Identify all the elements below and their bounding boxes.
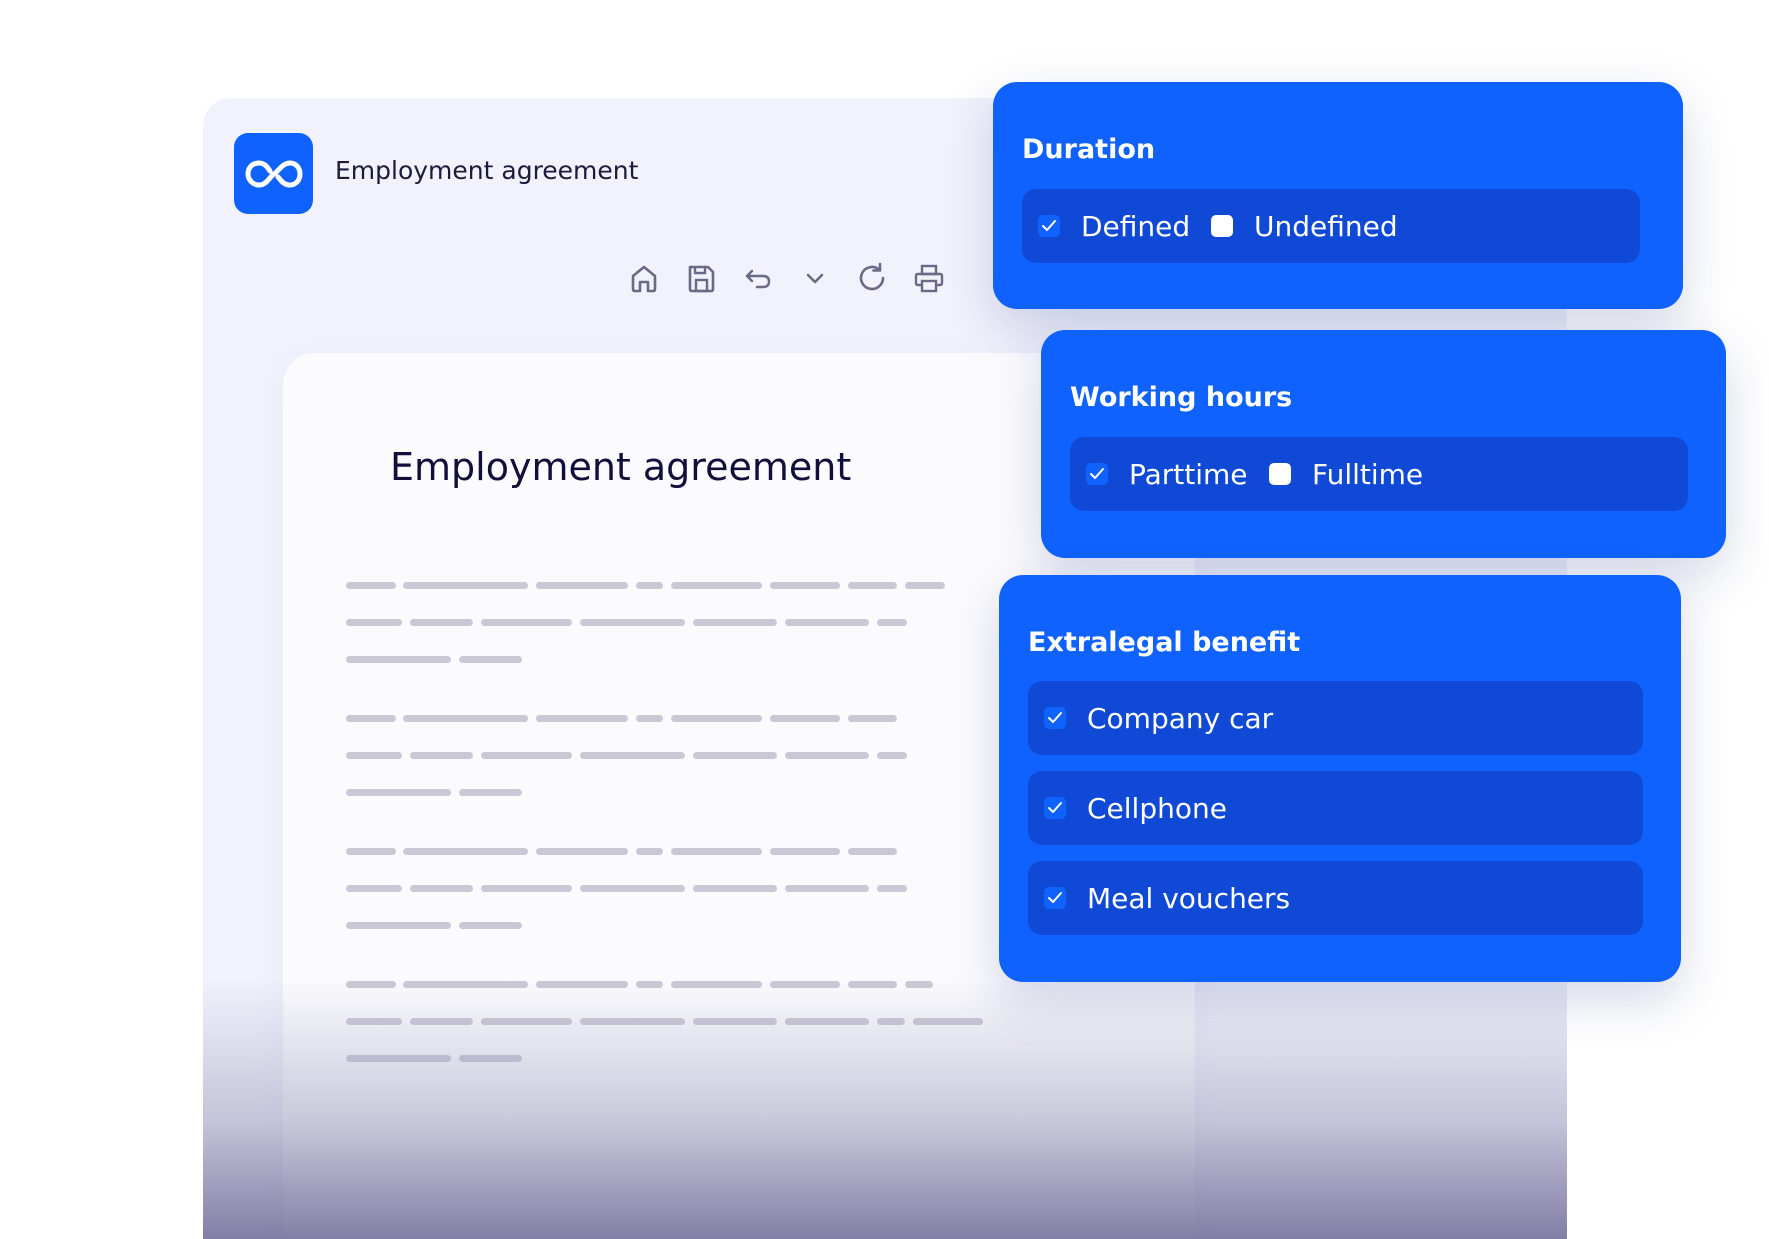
- text-line: [410, 619, 473, 626]
- option-label: Defined: [1081, 209, 1191, 243]
- checkbox-checked[interactable]: [1086, 463, 1108, 485]
- checkmark-icon: [1042, 220, 1056, 231]
- working-hours-panel: Working hours Parttime Fulltime: [1041, 330, 1726, 558]
- option-defined[interactable]: Defined: [1038, 189, 1190, 263]
- text-line: [636, 715, 663, 722]
- text-line: [770, 715, 840, 722]
- text-line: [785, 752, 869, 759]
- text-line: [481, 619, 572, 626]
- infinity-logo-icon: [245, 160, 303, 188]
- text-line: [671, 582, 762, 589]
- document-title: Employment agreement: [390, 445, 852, 489]
- text-line: [346, 885, 402, 892]
- text-line: [877, 619, 907, 626]
- text-line: [346, 789, 451, 796]
- duration-panel: Duration Defined Undefined: [993, 82, 1683, 309]
- benefit-option-row[interactable]: Cellphone: [1028, 771, 1643, 845]
- option-label: Company car: [1087, 701, 1274, 735]
- text-line: [693, 752, 777, 759]
- working-hours-options: Parttime Fulltime: [1070, 437, 1688, 511]
- text-line: [410, 885, 473, 892]
- checkbox-unchecked[interactable]: [1269, 463, 1291, 485]
- text-line: [346, 848, 396, 855]
- option-label: Cellphone: [1087, 791, 1227, 825]
- checkmark-icon: [1048, 892, 1062, 903]
- text-line: [848, 715, 897, 722]
- text-line: [459, 922, 522, 929]
- text-line: [346, 619, 402, 626]
- extralegal-benefit-title: Extralegal benefit: [1028, 627, 1301, 658]
- text-line: [346, 582, 396, 589]
- text-line: [848, 582, 897, 589]
- print-icon[interactable]: [909, 258, 949, 298]
- text-line: [403, 582, 528, 589]
- option-label: Parttime: [1129, 457, 1248, 491]
- text-line: [410, 752, 473, 759]
- text-line: [580, 885, 685, 892]
- chevron-down-icon[interactable]: [795, 258, 835, 298]
- text-line: [905, 582, 945, 589]
- duration-options: Defined Undefined: [1022, 189, 1640, 263]
- checkmark-icon: [1048, 712, 1062, 723]
- text-line: [536, 715, 628, 722]
- refresh-icon[interactable]: [852, 258, 892, 298]
- home-icon[interactable]: [624, 258, 664, 298]
- text-line: [636, 582, 663, 589]
- text-line: [459, 656, 522, 663]
- text-line: [671, 848, 762, 855]
- extralegal-benefit-panel: Extralegal benefit Company car Cellphone…: [999, 575, 1681, 982]
- text-line: [481, 752, 572, 759]
- checkmark-icon: [1090, 468, 1104, 479]
- option-label: Undefined: [1254, 209, 1398, 243]
- option-cellphone[interactable]: Cellphone: [1044, 771, 1227, 845]
- text-line: [785, 885, 869, 892]
- checkmark-icon: [1048, 802, 1062, 813]
- option-company-car[interactable]: Company car: [1044, 681, 1273, 755]
- option-meal-vouchers[interactable]: Meal vouchers: [1044, 861, 1290, 935]
- text-line: [770, 848, 840, 855]
- text-line: [785, 619, 869, 626]
- window-title: Employment agreement: [335, 156, 639, 185]
- checkbox-checked[interactable]: [1038, 215, 1060, 237]
- option-parttime[interactable]: Parttime: [1086, 437, 1248, 511]
- benefit-option-row[interactable]: Company car: [1028, 681, 1643, 755]
- text-line: [580, 619, 685, 626]
- text-line: [346, 752, 402, 759]
- option-undefined[interactable]: Undefined: [1211, 189, 1398, 263]
- undo-icon[interactable]: [738, 258, 778, 298]
- text-line: [346, 715, 396, 722]
- option-label: Fulltime: [1312, 457, 1424, 491]
- text-line: [671, 715, 762, 722]
- save-icon[interactable]: [681, 258, 721, 298]
- text-line: [459, 789, 522, 796]
- text-line: [403, 715, 528, 722]
- text-line: [536, 582, 628, 589]
- working-hours-title: Working hours: [1070, 382, 1293, 413]
- text-line: [693, 619, 777, 626]
- text-line: [346, 922, 451, 929]
- bottom-fade-overlay: [203, 978, 1567, 1239]
- text-line: [877, 885, 907, 892]
- text-line: [346, 656, 451, 663]
- text-line: [693, 885, 777, 892]
- text-line: [403, 848, 528, 855]
- checkbox-checked[interactable]: [1044, 797, 1066, 819]
- benefit-option-row[interactable]: Meal vouchers: [1028, 861, 1643, 935]
- option-label: Meal vouchers: [1087, 881, 1291, 915]
- text-line: [848, 848, 897, 855]
- checkbox-checked[interactable]: [1044, 887, 1066, 909]
- text-line: [770, 582, 840, 589]
- text-line: [877, 752, 907, 759]
- checkbox-checked[interactable]: [1044, 707, 1066, 729]
- text-line: [536, 848, 628, 855]
- app-logo[interactable]: [234, 133, 313, 214]
- text-line: [636, 848, 663, 855]
- checkbox-unchecked[interactable]: [1211, 215, 1233, 237]
- duration-title: Duration: [1022, 134, 1156, 165]
- option-fulltime[interactable]: Fulltime: [1269, 437, 1423, 511]
- text-line: [481, 885, 572, 892]
- text-line: [580, 752, 685, 759]
